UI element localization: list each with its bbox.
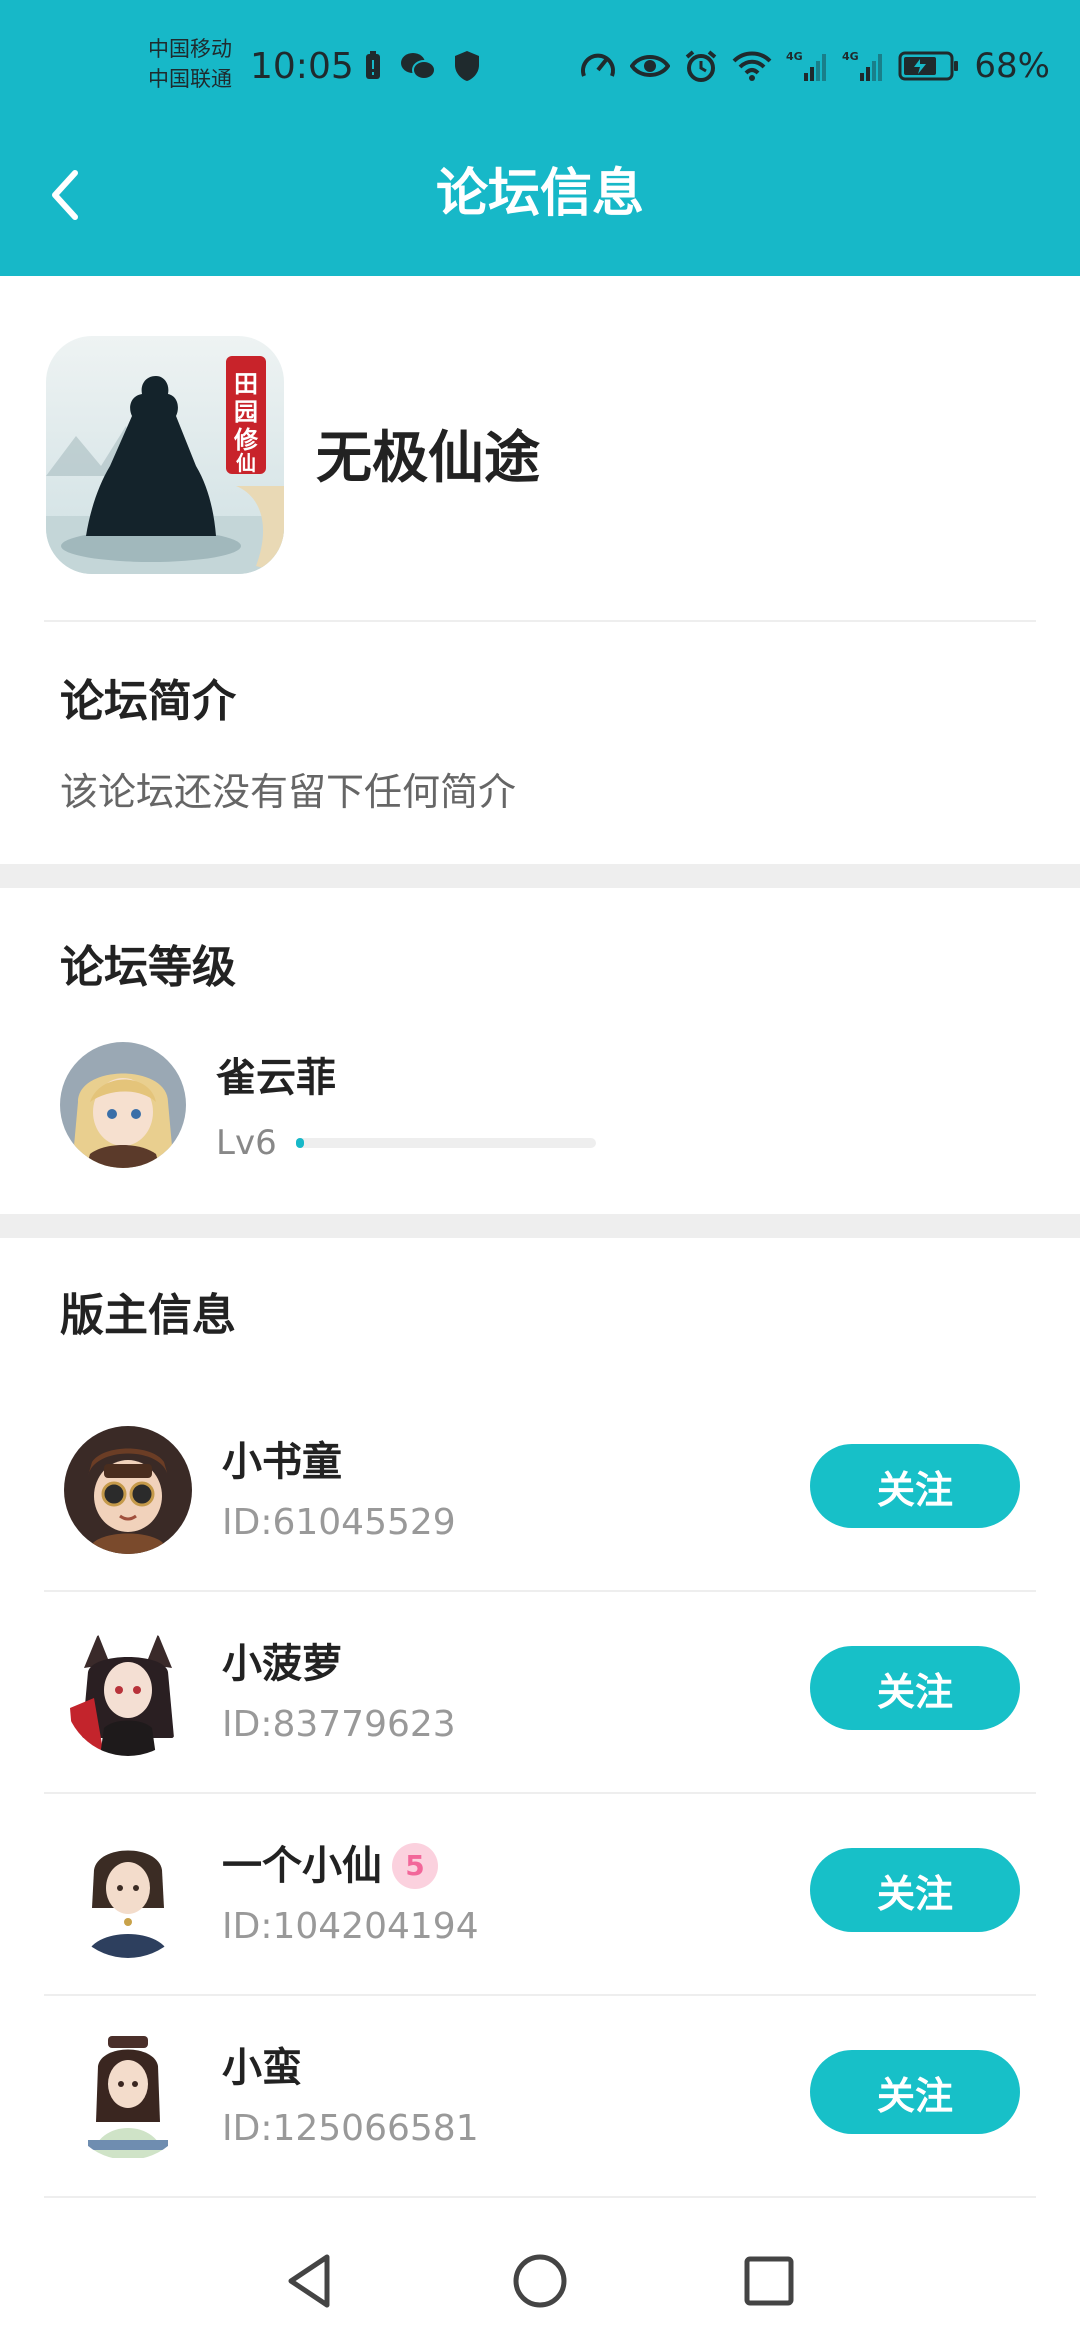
svg-text:仙: 仙 [236, 451, 256, 475]
intro-title: 论坛简介 [60, 676, 236, 727]
shield-icon [454, 50, 480, 82]
avatar[interactable] [64, 1426, 192, 1554]
status-icons-right: 4G 4G 68% [580, 42, 1050, 90]
follow-button[interactable]: 关注 [810, 2050, 1020, 2134]
system-recents-button[interactable] [734, 2246, 804, 2316]
app-header: 中国移动 中国联通 10:05 4G 4G 68% 论坛信息 [0, 0, 1080, 276]
follow-button[interactable]: 关注 [810, 1646, 1020, 1730]
svg-text:4G: 4G [842, 50, 859, 63]
level-progress-bar [296, 1138, 596, 1148]
moderator-name-text: 小书童 [222, 1439, 342, 1485]
svg-text:修: 修 [233, 426, 259, 454]
moderators-title: 版主信息 [60, 1290, 236, 1341]
level-progress-fill [296, 1138, 304, 1148]
battery-percentage: 68% [974, 46, 1050, 86]
moderator-id: ID:61045529 [222, 1502, 456, 1543]
level-title: 论坛等级 [60, 942, 236, 993]
status-bar: 中国移动 中国联通 10:05 4G 4G 68% [0, 0, 1080, 130]
moderator-row: 小菠萝 ID:83779623 关注 [0, 1592, 1080, 1794]
speedometer-icon [580, 50, 616, 82]
system-back-button[interactable] [274, 2246, 344, 2316]
level-label: Lv6 [216, 1123, 277, 1163]
avatar[interactable] [64, 2032, 192, 2160]
follow-button[interactable]: 关注 [810, 1444, 1020, 1528]
wifi-icon [732, 50, 772, 82]
divider [44, 620, 1036, 622]
home-circle-icon [510, 2251, 570, 2311]
svg-text:田: 田 [234, 370, 258, 398]
carrier-info: 中国移动 中国联通 [148, 34, 232, 94]
status-icons-left [364, 46, 480, 86]
moderator-row: 小蛮 ID:125066581 关注 [0, 1996, 1080, 2198]
moderator-name: 一个小仙 5 [222, 1838, 438, 1894]
moderator-row: 一个小仙 5 ID:104204194 关注 [0, 1794, 1080, 1996]
signal-4g-icon: 4G [786, 49, 828, 83]
moderator-name: 小蛮 [222, 2040, 302, 2096]
battery-alert-icon [364, 51, 382, 81]
moderator-name: 小菠萝 [222, 1636, 342, 1692]
forum-header: 田 园 修 仙 无极仙途 [0, 276, 1080, 622]
section-separator [0, 864, 1080, 888]
wechat-icon [400, 51, 436, 81]
back-triangle-icon [281, 2251, 337, 2311]
follow-button[interactable]: 关注 [810, 1848, 1020, 1932]
page-title: 论坛信息 [435, 164, 644, 224]
svg-text:4G: 4G [786, 50, 803, 63]
eye-icon [630, 52, 671, 80]
forum-icon: 田 园 修 仙 [46, 336, 284, 574]
moderator-name-text: 小蛮 [222, 2045, 302, 2091]
divider [44, 2196, 1036, 2198]
svg-text:园: 园 [234, 398, 258, 426]
system-home-button[interactable] [505, 2246, 575, 2316]
moderator-id: ID:104204194 [222, 1906, 479, 1947]
intro-text: 该论坛还没有留下任何简介 [60, 770, 517, 814]
moderator-name-text: 小菠萝 [222, 1641, 342, 1687]
avatar[interactable] [60, 1042, 186, 1168]
recents-square-icon [741, 2253, 797, 2309]
level-user-name: 雀云菲 [216, 1055, 336, 1101]
section-separator [0, 1214, 1080, 1238]
moderator-id: ID:83779623 [222, 1704, 456, 1745]
moderator-row: 小书童 ID:61045529 关注 [0, 1390, 1080, 1592]
avatar[interactable] [64, 1830, 192, 1958]
alarm-icon [684, 49, 718, 83]
forum-name: 无极仙途 [316, 426, 540, 491]
moderator-id: ID:125066581 [222, 2108, 479, 2149]
carrier-2: 中国联通 [148, 67, 232, 91]
battery-icon [898, 50, 960, 82]
carrier-1: 中国移动 [148, 37, 232, 61]
moderator-name-text: 一个小仙 [222, 1843, 382, 1889]
clock: 10:05 [250, 46, 354, 87]
moderator-name: 小书童 [222, 1434, 342, 1490]
avatar[interactable] [64, 1628, 192, 1756]
system-nav-bar [0, 2200, 1080, 2340]
level-badge: 5 [392, 1843, 438, 1889]
nav-bar: 论坛信息 [0, 130, 1080, 276]
signal-4g-icon: 4G [842, 49, 884, 83]
